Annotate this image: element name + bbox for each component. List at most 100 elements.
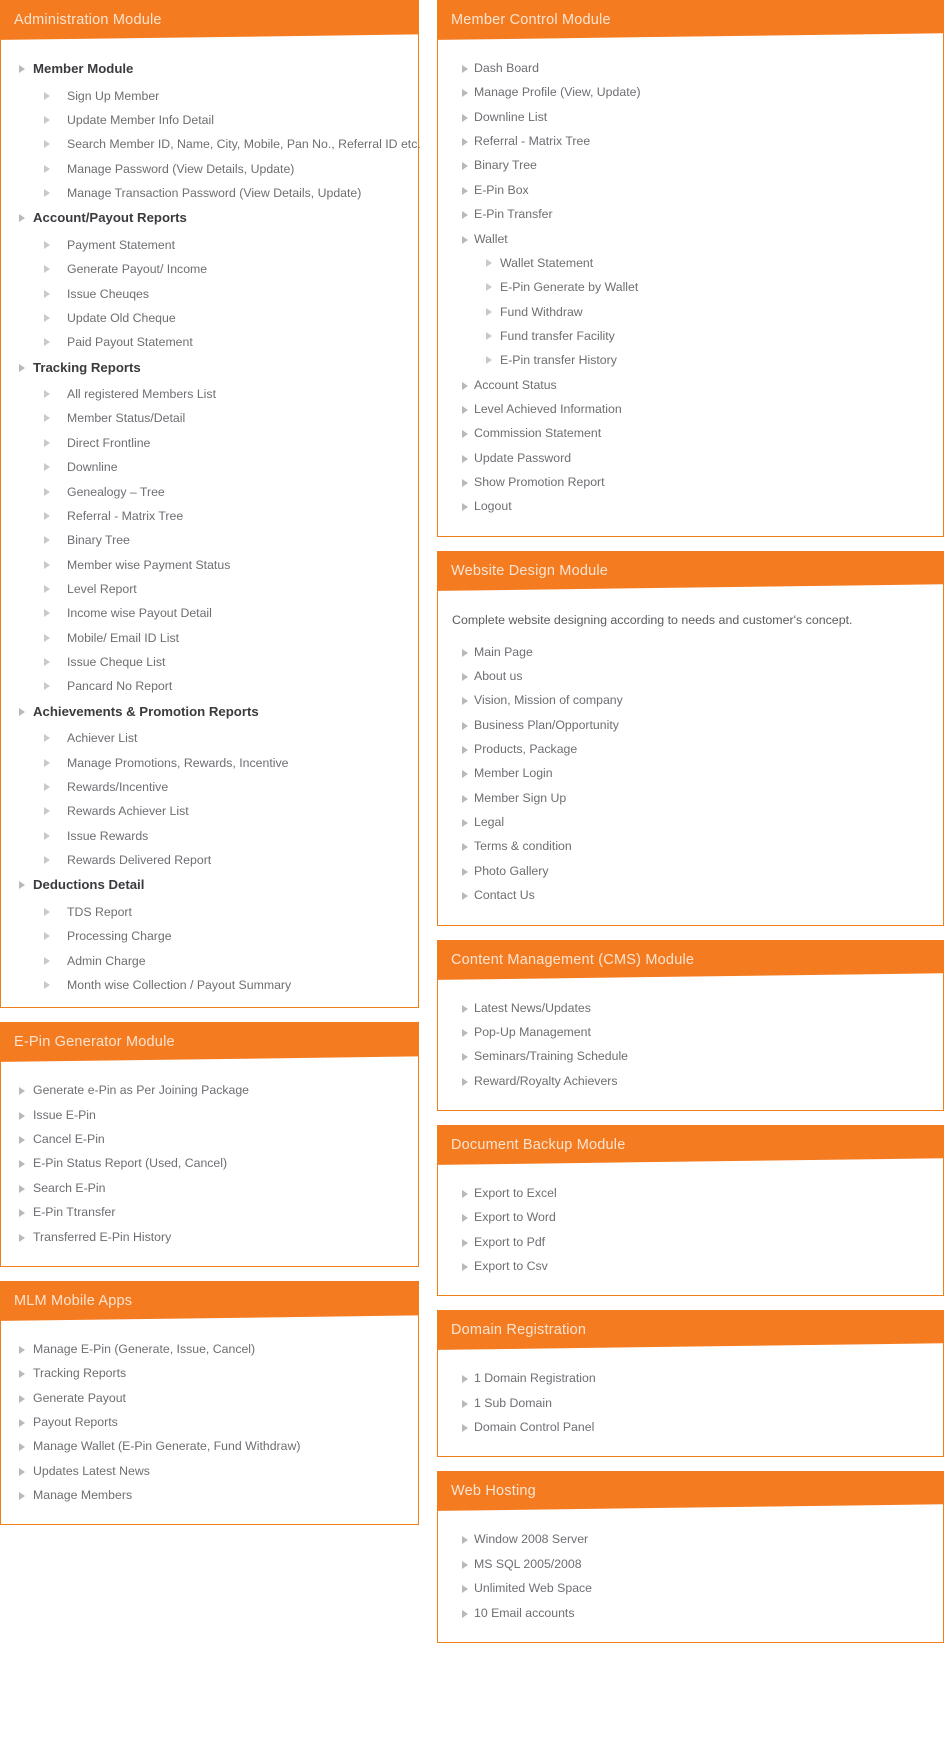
menu-item-e-pin-box[interactable]: E-Pin Box (448, 183, 933, 198)
menu-item-contact-us[interactable]: Contact Us (448, 888, 933, 903)
menu-item-issue-cheuqes[interactable]: Issue Cheuqes (11, 287, 408, 302)
menu-item-updates-latest-news[interactable]: Updates Latest News (11, 1464, 408, 1479)
menu-item-1-sub-domain[interactable]: 1 Sub Domain (448, 1396, 933, 1411)
menu-item-1-domain-registration[interactable]: 1 Domain Registration (448, 1371, 933, 1386)
menu-item-latest-news-updates[interactable]: Latest News/Updates (448, 1001, 933, 1016)
menu-item-generate-payout[interactable]: Generate Payout (11, 1391, 408, 1406)
menu-item-sign-up-member[interactable]: Sign Up Member (11, 89, 408, 104)
menu-item-deductions-detail[interactable]: Deductions Detail (11, 877, 408, 894)
menu-item-label: Issue E-Pin (33, 1107, 96, 1122)
menu-item-export-to-word[interactable]: Export to Word (448, 1210, 933, 1225)
menu-item-ms-sql-2005-2008[interactable]: MS SQL 2005/2008 (448, 1557, 933, 1572)
menu-item-search-e-pin[interactable]: Search E-Pin (11, 1181, 408, 1196)
menu-item-issue-cheque-list[interactable]: Issue Cheque List (11, 655, 408, 670)
menu-item-domain-control-panel[interactable]: Domain Control Panel (448, 1420, 933, 1435)
menu-item-logout[interactable]: Logout (448, 499, 933, 514)
menu-item-update-member-info-detail[interactable]: Update Member Info Detail (11, 113, 408, 128)
menu-item-reward-royalty-achievers[interactable]: Reward/Royalty Achievers (448, 1074, 933, 1089)
menu-item-member-status-detail[interactable]: Member Status/Detail (11, 411, 408, 426)
menu-item-referral-matrix-tree[interactable]: Referral - Matrix Tree (11, 509, 408, 524)
menu-item-tracking-reports[interactable]: Tracking Reports (11, 1366, 408, 1381)
menu-item-legal[interactable]: Legal (448, 815, 933, 830)
menu-item-label: Account Status (474, 377, 557, 392)
menu-item-referral-matrix-tree[interactable]: Referral - Matrix Tree (448, 134, 933, 149)
menu-item-commission-statement[interactable]: Commission Statement (448, 426, 933, 441)
menu-item-month-wise-collection-payout-summary[interactable]: Month wise Collection / Payout Summary (11, 978, 408, 993)
menu-item-pop-up-management[interactable]: Pop-Up Management (448, 1025, 933, 1040)
menu-item-manage-promotions-rewards-incentive[interactable]: Manage Promotions, Rewards, Incentive (11, 756, 408, 771)
menu-item-manage-transaction-password-view-details-update[interactable]: Manage Transaction Password (View Detail… (11, 186, 408, 201)
menu-item-unlimited-web-space[interactable]: Unlimited Web Space (448, 1581, 933, 1596)
menu-item-paid-payout-statement[interactable]: Paid Payout Statement (11, 335, 408, 350)
menu-item-update-password[interactable]: Update Password (448, 451, 933, 466)
menu-item-show-promotion-report[interactable]: Show Promotion Report (448, 475, 933, 490)
menu-item-processing-charge[interactable]: Processing Charge (11, 929, 408, 944)
menu-item-business-plan-opportunity[interactable]: Business Plan/Opportunity (448, 718, 933, 733)
menu-item-level-achieved-information[interactable]: Level Achieved Information (448, 402, 933, 417)
menu-item-export-to-excel[interactable]: Export to Excel (448, 1186, 933, 1201)
menu-item-achiever-list[interactable]: Achiever List (11, 731, 408, 746)
menu-item-transferred-e-pin-history[interactable]: Transferred E-Pin History (11, 1230, 408, 1245)
menu-item-payout-reports[interactable]: Payout Reports (11, 1415, 408, 1430)
menu-item-seminars-training-schedule[interactable]: Seminars/Training Schedule (448, 1049, 933, 1064)
menu-item-fund-withdraw[interactable]: Fund Withdraw (448, 305, 933, 320)
menu-item-main-page[interactable]: Main Page (448, 645, 933, 660)
menu-item-e-pin-generate-by-wallet[interactable]: E-Pin Generate by Wallet (448, 280, 933, 295)
menu-item-wallet-statement[interactable]: Wallet Statement (448, 256, 933, 271)
menu-item-e-pin-transfer-history[interactable]: E-Pin transfer History (448, 353, 933, 368)
menu-item-achievements-promotion-reports[interactable]: Achievements & Promotion Reports (11, 704, 408, 721)
triangle-bullet-icon (462, 1399, 468, 1408)
menu-item-dash-board[interactable]: Dash Board (448, 61, 933, 76)
menu-item-binary-tree[interactable]: Binary Tree (448, 158, 933, 173)
menu-item-pancard-no-report[interactable]: Pancard No Report (11, 679, 408, 694)
menu-item-all-registered-members-list[interactable]: All registered Members List (11, 387, 408, 402)
menu-item-manage-e-pin-generate-issue-cancel[interactable]: Manage E-Pin (Generate, Issue, Cancel) (11, 1342, 408, 1357)
menu-item-account-status[interactable]: Account Status (448, 378, 933, 393)
menu-item-tds-report[interactable]: TDS Report (11, 905, 408, 920)
menu-item-manage-wallet-e-pin-generate-fund-withdraw[interactable]: Manage Wallet (E-Pin Generate, Fund With… (11, 1439, 408, 1454)
menu-item-products-package[interactable]: Products, Package (448, 742, 933, 757)
menu-item-about-us[interactable]: About us (448, 669, 933, 684)
menu-item-manage-members[interactable]: Manage Members (11, 1488, 408, 1503)
menu-item-rewards-delivered-report[interactable]: Rewards Delivered Report (11, 853, 408, 868)
menu-item-e-pin-ttransfer[interactable]: E-Pin Ttransfer (11, 1205, 408, 1220)
menu-item-payment-statement[interactable]: Payment Statement (11, 238, 408, 253)
menu-item-generate-payout-income[interactable]: Generate Payout/ Income (11, 262, 408, 277)
menu-item-level-report[interactable]: Level Report (11, 582, 408, 597)
menu-item-photo-gallery[interactable]: Photo Gallery (448, 864, 933, 879)
menu-item-manage-password-view-details-update[interactable]: Manage Password (View Details, Update) (11, 162, 408, 177)
menu-item-member-login[interactable]: Member Login (448, 766, 933, 781)
menu-item-member-sign-up[interactable]: Member Sign Up (448, 791, 933, 806)
menu-item-rewards-achiever-list[interactable]: Rewards Achiever List (11, 804, 408, 819)
menu-item-cancel-e-pin[interactable]: Cancel E-Pin (11, 1132, 408, 1147)
menu-item-member-module[interactable]: Member Module (11, 61, 408, 78)
menu-item-manage-profile-view-update[interactable]: Manage Profile (View, Update) (448, 85, 933, 100)
menu-item-account-payout-reports[interactable]: Account/Payout Reports (11, 210, 408, 227)
menu-item-vision-mission-of-company[interactable]: Vision, Mission of company (448, 693, 933, 708)
menu-item-wallet[interactable]: Wallet (448, 232, 933, 247)
menu-item-mobile-email-id-list[interactable]: Mobile/ Email ID List (11, 631, 408, 646)
menu-item-10-email-accounts[interactable]: 10 Email accounts (448, 1606, 933, 1621)
menu-item-search-member-id-name-city-mobile-pan-no-referra[interactable]: Search Member ID, Name, City, Mobile, Pa… (11, 137, 421, 152)
menu-item-income-wise-payout-detail[interactable]: Income wise Payout Detail (11, 606, 408, 621)
menu-item-update-old-cheque[interactable]: Update Old Cheque (11, 311, 408, 326)
menu-item-tracking-reports[interactable]: Tracking Reports (11, 360, 408, 377)
menu-item-generate-e-pin-as-per-joining-package[interactable]: Generate e-Pin as Per Joining Package (11, 1083, 408, 1098)
menu-item-issue-rewards[interactable]: Issue Rewards (11, 829, 408, 844)
menu-item-e-pin-transfer[interactable]: E-Pin Transfer (448, 207, 933, 222)
menu-item-export-to-csv[interactable]: Export to Csv (448, 1259, 933, 1274)
menu-item-export-to-pdf[interactable]: Export to Pdf (448, 1235, 933, 1250)
menu-item-downline-list[interactable]: Downline List (448, 110, 933, 125)
menu-item-window-2008-server[interactable]: Window 2008 Server (448, 1532, 933, 1547)
menu-item-fund-transfer-facility[interactable]: Fund transfer Facility (448, 329, 933, 344)
menu-item-e-pin-status-report-used-cancel[interactable]: E-Pin Status Report (Used, Cancel) (11, 1156, 408, 1171)
menu-item-rewards-incentive[interactable]: Rewards/Incentive (11, 780, 408, 795)
menu-item-member-wise-payment-status[interactable]: Member wise Payment Status (11, 558, 408, 573)
menu-item-downline[interactable]: Downline (11, 460, 408, 475)
menu-item-issue-e-pin[interactable]: Issue E-Pin (11, 1108, 408, 1123)
menu-item-direct-frontline[interactable]: Direct Frontline (11, 436, 408, 451)
menu-item-genealogy-tree[interactable]: Genealogy – Tree (11, 485, 408, 500)
menu-item-terms-condition[interactable]: Terms & condition (448, 839, 933, 854)
menu-item-binary-tree[interactable]: Binary Tree (11, 533, 408, 548)
menu-item-admin-charge[interactable]: Admin Charge (11, 954, 408, 969)
